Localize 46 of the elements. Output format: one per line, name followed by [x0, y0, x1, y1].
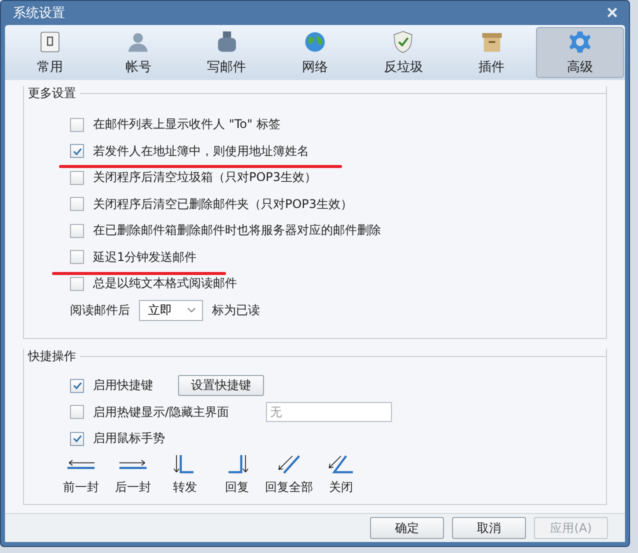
gesture-label: 回复	[225, 479, 249, 496]
checkbox[interactable]	[70, 250, 84, 264]
gesture-label: 关闭	[329, 479, 353, 496]
group-title: 快捷操作	[26, 348, 77, 365]
checkbox[interactable]	[70, 432, 84, 446]
checkbox[interactable]	[70, 118, 84, 132]
tab[interactable]: 插件	[447, 26, 536, 78]
close-button[interactable]: ✕	[600, 4, 625, 22]
tab[interactable]: 网络	[270, 26, 360, 78]
hotkey-field[interactable]: 无	[266, 402, 392, 422]
option-label: 启用快捷键	[93, 377, 154, 394]
window-title: 系统设置	[12, 4, 65, 22]
checkbox[interactable]	[70, 405, 84, 420]
option-label: 关闭程序后清空垃圾箱（只对POP3生效）	[93, 169, 317, 186]
read-timing-dropdown[interactable]: 立即	[139, 300, 203, 321]
option-label: 启用热键显示/隐藏主界面	[93, 404, 230, 421]
checkbox[interactable]	[70, 197, 84, 212]
option-label: 延迟1分钟发送邮件	[93, 248, 197, 266]
checkbox[interactable]	[70, 144, 84, 158]
gesture-label: 后一封	[115, 479, 151, 496]
caret-icon	[187, 307, 196, 314]
ok-button[interactable]: 确定	[370, 517, 444, 540]
option-label: 若发件人在地址簿中，则使用地址簿姓名	[93, 142, 309, 160]
set-hotkeys-button[interactable]: 设置快捷键	[178, 375, 264, 396]
checkbox[interactable]	[70, 170, 84, 185]
gesture-label: 前一封	[63, 479, 99, 496]
tab[interactable]: 反垃圾	[359, 26, 448, 78]
checkbox[interactable]	[70, 378, 84, 393]
checkbox[interactable]	[70, 224, 84, 238]
option-label: 关闭程序后清空已删除邮件夹（只对POP3生效）	[93, 196, 353, 213]
tab[interactable]: 常用	[6, 26, 94, 78]
option-label: 在邮件列表上显示收件人 "To" 标签	[93, 116, 280, 134]
option-label: 在已删除邮件箱删除邮件时也将服务器对应的邮件删除	[93, 222, 381, 240]
tab[interactable]: 写邮件	[182, 26, 271, 78]
option-label: 总是以纯文本格式阅读邮件	[93, 275, 237, 292]
tab[interactable]: 帐号	[94, 26, 183, 78]
gesture-label: 转发	[173, 479, 197, 496]
read-label: 阅读邮件后	[70, 302, 130, 319]
cancel-button[interactable]: 取消	[452, 517, 526, 540]
gesture-label: 回复全部	[265, 479, 313, 496]
settings-icon	[566, 28, 593, 55]
tab[interactable]: 高级	[536, 26, 624, 78]
group-title: 更多设置	[27, 84, 77, 102]
read-suffix-label: 标为已读	[212, 302, 260, 319]
checkbox[interactable]	[70, 276, 84, 291]
option-label: 启用鼠标手势	[93, 430, 165, 448]
